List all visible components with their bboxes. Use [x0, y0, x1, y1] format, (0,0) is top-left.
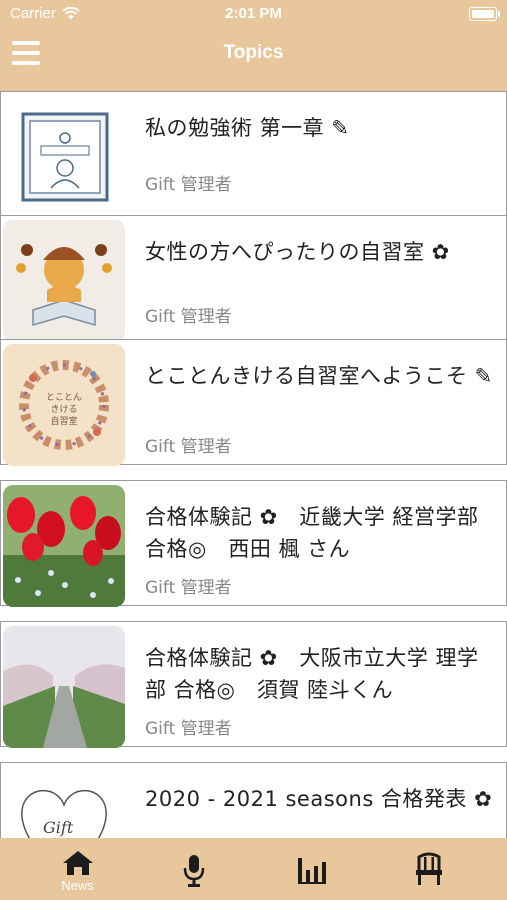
topic-row-4[interactable]: 合格体験記 ✿ 大阪市立大学 理学部 合格◎ 須賀 陸斗くん Gift 管理者	[0, 621, 507, 748]
tab-stats[interactable]	[250, 838, 377, 900]
tab-voice[interactable]	[132, 838, 259, 900]
topic-author-1: Gift 管理者	[145, 307, 232, 327]
topic-title-4: 合格体験記 ✿ 大阪市立大学 理学部 合格◎ 須賀 陸斗くん	[145, 646, 479, 702]
page-title: Topics	[223, 42, 284, 63]
topic-title-0: 私の勉強術 第一章 ✎	[145, 116, 350, 140]
bar-chart-icon	[298, 858, 326, 884]
topic-author-2: Gift 管理者	[145, 437, 232, 457]
topic-author-4: Gift 管理者	[145, 719, 232, 739]
tab-news[interactable]: News	[14, 838, 141, 900]
topic-row-2[interactable]: とことん きける 自習室 とことんきける自習室へようこそ ✎ Gift 管理者	[0, 339, 507, 466]
topic-title-3: 合格体験記 ✿ 近畿大学 経営学部 合格◎ 西田 楓 さん	[145, 505, 479, 561]
topic-title-1: 女性の方へぴったりの自習室 ✿	[145, 240, 450, 264]
status-bar: Carrier 2:01 PM	[0, 0, 507, 30]
svg-text:Gift: Gift	[43, 818, 74, 837]
svg-text:自習室: 自習室	[50, 415, 77, 427]
topic-thumbnail-4	[3, 626, 125, 748]
tab-label-news: News	[61, 878, 94, 893]
topic-row-3[interactable]: 合格体験記 ✿ 近畿大学 経営学部 合格◎ 西田 楓 さん Gift 管理者	[0, 480, 507, 607]
topic-row-5[interactable]: Gift 2020 - 2021 seasons 合格発表 ✿	[0, 762, 507, 838]
topic-row-1[interactable]: 女性の方へぴったりの自習室 ✿ Gift 管理者	[0, 215, 507, 342]
tab-seat[interactable]	[368, 838, 495, 900]
microphone-icon	[183, 855, 205, 887]
topic-thumbnail-2: とことん きける 自習室	[3, 344, 125, 466]
battery-icon	[469, 7, 500, 21]
status-time: 2:01 PM	[225, 5, 282, 22]
navigation-bar: Topics	[0, 30, 507, 78]
topic-row-0[interactable]: 私の勉強術 第一章 ✎ Gift 管理者	[0, 91, 507, 218]
topic-title-5: 2020 - 2021 seasons 合格発表 ✿	[145, 787, 493, 811]
topic-thumbnail-5: Gift	[3, 767, 125, 838]
topics-list[interactable]: 私の勉強術 第一章 ✎ Gift 管理者 女性の方へぴったりの自習室 ✿ Gif…	[0, 91, 507, 838]
topic-title-2: とことんきける自習室へようこそ ✎	[145, 364, 493, 388]
svg-text:とことん: とことん	[46, 392, 82, 403]
topic-author-3: Gift 管理者	[145, 578, 232, 598]
house-icon	[63, 851, 93, 875]
topic-thumbnail-3	[3, 485, 125, 607]
topic-author-0: Gift 管理者	[145, 175, 232, 195]
topic-thumbnail-0	[3, 96, 125, 218]
chair-icon	[416, 852, 442, 885]
tab-bar: News	[0, 838, 507, 900]
svg-text:きける: きける	[50, 404, 77, 415]
topic-thumbnail-1	[3, 220, 125, 342]
